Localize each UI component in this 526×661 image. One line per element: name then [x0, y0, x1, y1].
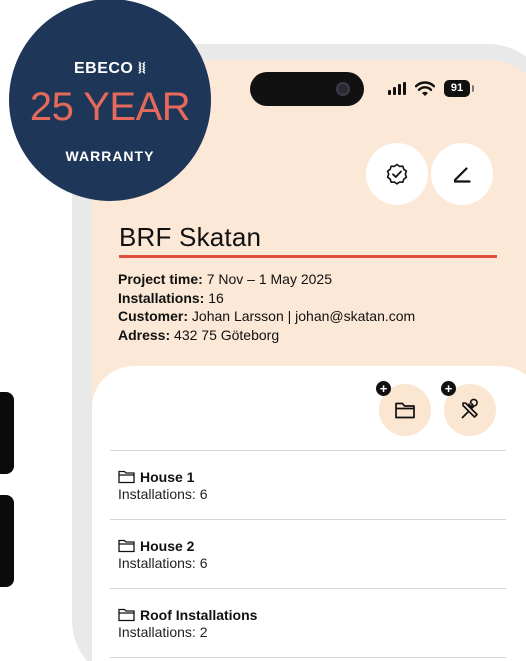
list-item-title-text: Roof Installations — [140, 607, 258, 623]
warranty-badge: EBECO ⧘⧙ 25 YEAR WARRANTY — [9, 0, 211, 201]
tools-icon — [461, 398, 478, 419]
project-details: Project time: 7 Nov – 1 May 2025 Install… — [118, 270, 415, 344]
badge-brand: EBECO ⧘⧙ — [73, 60, 147, 77]
list-item-title-text: House 1 — [140, 469, 195, 485]
folder-icon — [118, 470, 135, 484]
customer-label: Customer: — [118, 308, 189, 324]
signal-icon — [388, 82, 406, 95]
project-time-label: Project time: — [118, 271, 203, 287]
address-row: Adress: 432 75 Göteborg — [118, 326, 415, 345]
customer-value: Johan Larsson | johan@skatan.com — [188, 308, 416, 324]
address-value: 432 75 Göteborg — [170, 326, 280, 343]
list-item[interactable]: House 2 Installations: 6 — [110, 519, 506, 588]
list-item[interactable]: Roof Installations Installations: 2 — [110, 588, 506, 657]
plus-icon: + — [376, 381, 391, 396]
project-title: BRF Skatan — [119, 222, 497, 258]
add-folder-button[interactable]: + — [376, 381, 431, 436]
battery-icon: 91 — [444, 80, 474, 97]
dynamic-island — [250, 72, 364, 106]
list-item-subtitle: Installations: 2 — [118, 624, 208, 640]
device-side-button-top — [0, 392, 14, 474]
list-divider — [110, 657, 506, 661]
list-item-title-text: House 2 — [140, 538, 195, 554]
folder-icon — [118, 539, 135, 553]
list-item-title: Roof Installations — [118, 607, 506, 623]
verify-button[interactable] — [366, 143, 428, 205]
customer-row: Customer: Johan Larsson | johan@skatan.c… — [118, 307, 415, 326]
installations-value: 16 — [204, 289, 224, 306]
edit-pencil-icon — [453, 167, 471, 183]
list-item[interactable]: House 1 Installations: 6 — [110, 450, 506, 519]
edit-button[interactable] — [431, 143, 493, 205]
badge-years: 25 YEAR — [29, 85, 191, 129]
project-time-row: Project time: 7 Nov – 1 May 2025 — [118, 270, 415, 289]
plus-icon: + — [441, 381, 456, 396]
installations-label: Installations: — [118, 289, 205, 306]
installations-row: Installations: 16 — [118, 289, 415, 308]
list-item-subtitle: Installations: 6 — [118, 486, 208, 502]
folder-icon — [118, 608, 135, 622]
address-label: Adress: — [118, 326, 171, 343]
camera-icon — [336, 82, 350, 96]
list-item-subtitle: Installations: 6 — [118, 555, 208, 571]
installation-list: House 1 Installations: 6 House 2 Install… — [110, 450, 506, 661]
badge-warranty: WARRANTY — [65, 148, 155, 164]
device-side-button-bottom — [0, 495, 14, 587]
list-item-title: House 2 — [118, 538, 506, 554]
status-bar: 91 — [388, 80, 474, 97]
list-item-title: House 1 — [118, 469, 506, 485]
wifi-icon — [415, 80, 435, 96]
add-installation-button[interactable]: + — [441, 381, 496, 436]
project-time-value: 7 Nov – 1 May 2025 — [202, 271, 332, 287]
verified-badge-icon — [386, 163, 408, 185]
folder-icon — [395, 402, 415, 419]
